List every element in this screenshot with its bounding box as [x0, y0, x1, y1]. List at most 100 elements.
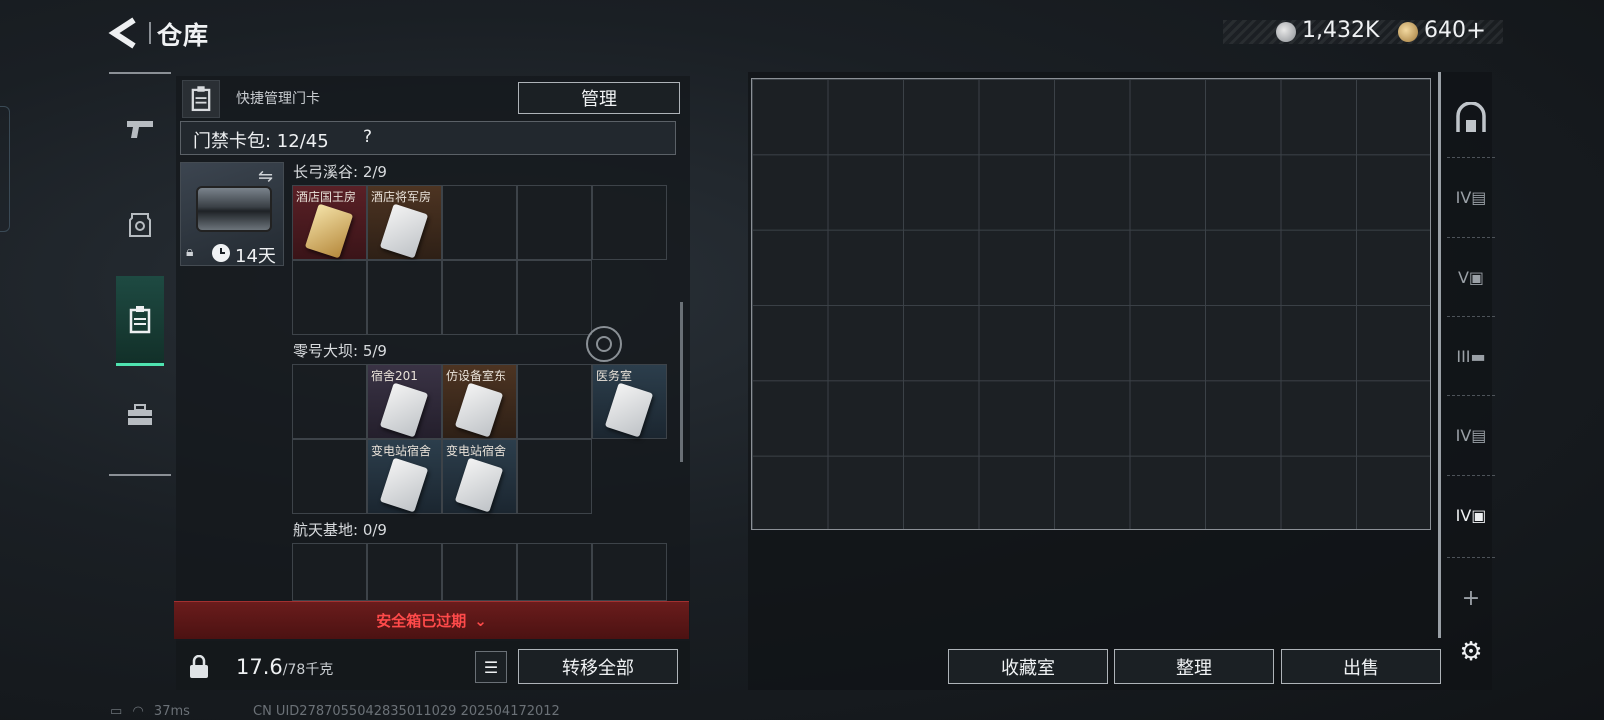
empty-slot[interactable] — [517, 439, 592, 514]
nav-gear[interactable] — [109, 180, 171, 270]
keycard-art-icon — [379, 457, 429, 513]
list-view-button[interactable]: ☰ — [475, 651, 507, 683]
tab-case-iv3[interactable]: IV▣ — [1449, 493, 1493, 537]
section-label-dam: 零号大坝: 5/9 — [293, 342, 387, 360]
card-name: 酒店将军房 — [371, 190, 432, 204]
panel-scrollbar[interactable] — [680, 302, 683, 462]
empty-slot[interactable] — [592, 185, 667, 260]
back-arrow-icon — [108, 17, 136, 49]
holder-expiry-days: 14天 — [235, 246, 276, 267]
page-title: 仓库 — [157, 21, 210, 50]
weight-max: /78千克 — [282, 662, 334, 678]
chevron-down-icon: ⌄ — [474, 611, 487, 630]
nav-weapon[interactable] — [109, 84, 171, 174]
title-separator — [149, 22, 151, 44]
organize-button[interactable]: 整理 — [1114, 649, 1274, 684]
empty-slot[interactable] — [367, 543, 442, 601]
tab-case-iv2[interactable]: IV▤ — [1449, 413, 1493, 457]
tab-case-iv[interactable]: IV▤ — [1449, 175, 1493, 219]
wifi-icon: ◠ — [132, 704, 144, 719]
briefcase-icon — [128, 404, 152, 425]
empty-slot[interactable] — [592, 543, 667, 601]
case-v-icon: V▣ — [1457, 267, 1485, 287]
empty-slot[interactable] — [292, 364, 367, 439]
empty-slot[interactable] — [517, 260, 592, 335]
settings-button[interactable]: ⚙ — [1449, 630, 1493, 674]
safe-box-expired-banner[interactable]: 安全箱已过期 ⌄ — [174, 601, 689, 639]
keycard-art-icon — [379, 203, 429, 259]
empty-slot[interactable] — [517, 543, 592, 601]
case-iv3-icon: IV▣ — [1455, 505, 1487, 525]
card-name: 变电站宿舍 — [371, 444, 432, 458]
quick-manage-label: 快捷管理门卡 — [236, 91, 320, 107]
empty-slot[interactable] — [517, 185, 592, 260]
sell-button[interactable]: 出售 — [1281, 649, 1441, 684]
weight-lock-icon — [184, 652, 214, 682]
list-icon: ☰ — [483, 657, 499, 677]
keycard-art-icon — [454, 457, 504, 513]
card-name: 变电站宿舍 — [446, 444, 507, 458]
card-name: 酒店国王房 — [296, 190, 357, 204]
empty-slot[interactable] — [292, 439, 367, 514]
tab-case-v[interactable]: V▣ — [1449, 255, 1493, 299]
user-uid: CN UID2787055042835011029 202504172012 — [253, 704, 560, 719]
empty-slot[interactable] — [517, 364, 592, 439]
keycard-quick-icon[interactable] — [182, 80, 220, 118]
manage-button[interactable]: 管理 — [518, 82, 680, 114]
left-nav — [109, 72, 171, 476]
tab-divider — [1447, 395, 1495, 396]
clock-icon — [212, 244, 230, 262]
crosshair-icon — [586, 326, 622, 362]
empty-slot[interactable] — [367, 260, 442, 335]
empty-slot[interactable] — [292, 260, 367, 335]
tab-divider — [1447, 157, 1495, 158]
empty-slot[interactable] — [292, 543, 367, 601]
nav-toolbox[interactable] — [109, 370, 171, 460]
keycard-item[interactable]: 酒店国王房 — [292, 185, 367, 260]
case-iv-icon: IV▤ — [1455, 187, 1487, 207]
edge-tab — [0, 106, 10, 232]
tab-divider — [1447, 557, 1495, 558]
keycard-item[interactable]: 酒店将军房 — [367, 185, 442, 260]
armor-icon — [129, 213, 151, 237]
transfer-all-button[interactable]: 转移全部 — [518, 649, 678, 684]
swap-icon[interactable]: ⇋ — [258, 166, 273, 187]
add-icon: + — [1461, 585, 1481, 611]
ping-value: 37ms — [153, 704, 190, 719]
keycard-small-icon — [191, 86, 211, 112]
tab-home[interactable] — [1449, 97, 1493, 141]
cardpack-capacity: 门禁卡包: 12/45 — [193, 131, 329, 152]
card-name: 仿设备室东 — [446, 369, 507, 383]
card-name: 宿舍201 — [371, 369, 418, 383]
keycard-item[interactable]: 变电站宿舍 — [442, 439, 517, 514]
pistol-icon — [127, 121, 153, 138]
tab-divider — [1447, 237, 1495, 238]
carry-weight: 17.6/78千克 — [236, 655, 333, 679]
empty-slot[interactable] — [442, 185, 517, 260]
help-icon[interactable]: ? — [363, 127, 372, 147]
stash-grid[interactable] — [751, 78, 1431, 530]
right-scrollbar[interactable] — [1438, 72, 1441, 638]
keycard-art-icon — [304, 203, 354, 259]
empty-slot[interactable] — [442, 260, 517, 335]
collection-room-button[interactable]: 收藏室 — [948, 649, 1108, 684]
section-label-changgong: 长弓溪谷: 2/9 — [293, 163, 387, 181]
card-name: 医务室 — [596, 369, 633, 383]
keycard-item[interactable]: 宿舍201 — [367, 364, 442, 439]
keycard-item[interactable]: 变电站宿舍 — [367, 439, 442, 514]
home-tab-icon — [1456, 102, 1486, 132]
keycard-art-icon — [379, 382, 429, 438]
add-currency-button[interactable]: + — [1466, 16, 1486, 44]
keycard-item[interactable]: 医务室 — [592, 364, 667, 439]
silver-coin-icon — [1276, 22, 1296, 42]
tab-case-iii[interactable]: III▬ — [1449, 334, 1493, 378]
keycard-art-icon — [604, 382, 654, 438]
battery-icon: ▭ — [110, 704, 123, 719]
nav-keycard[interactable] — [116, 276, 164, 366]
add-tab-button[interactable]: + — [1449, 576, 1493, 620]
case-iv2-icon: IV▤ — [1455, 425, 1487, 445]
empty-slot[interactable] — [442, 543, 517, 601]
keycard-item[interactable]: 仿设备室东 — [442, 364, 517, 439]
back-button[interactable] — [108, 16, 138, 50]
warning-text: 安全箱已过期 — [376, 612, 467, 630]
